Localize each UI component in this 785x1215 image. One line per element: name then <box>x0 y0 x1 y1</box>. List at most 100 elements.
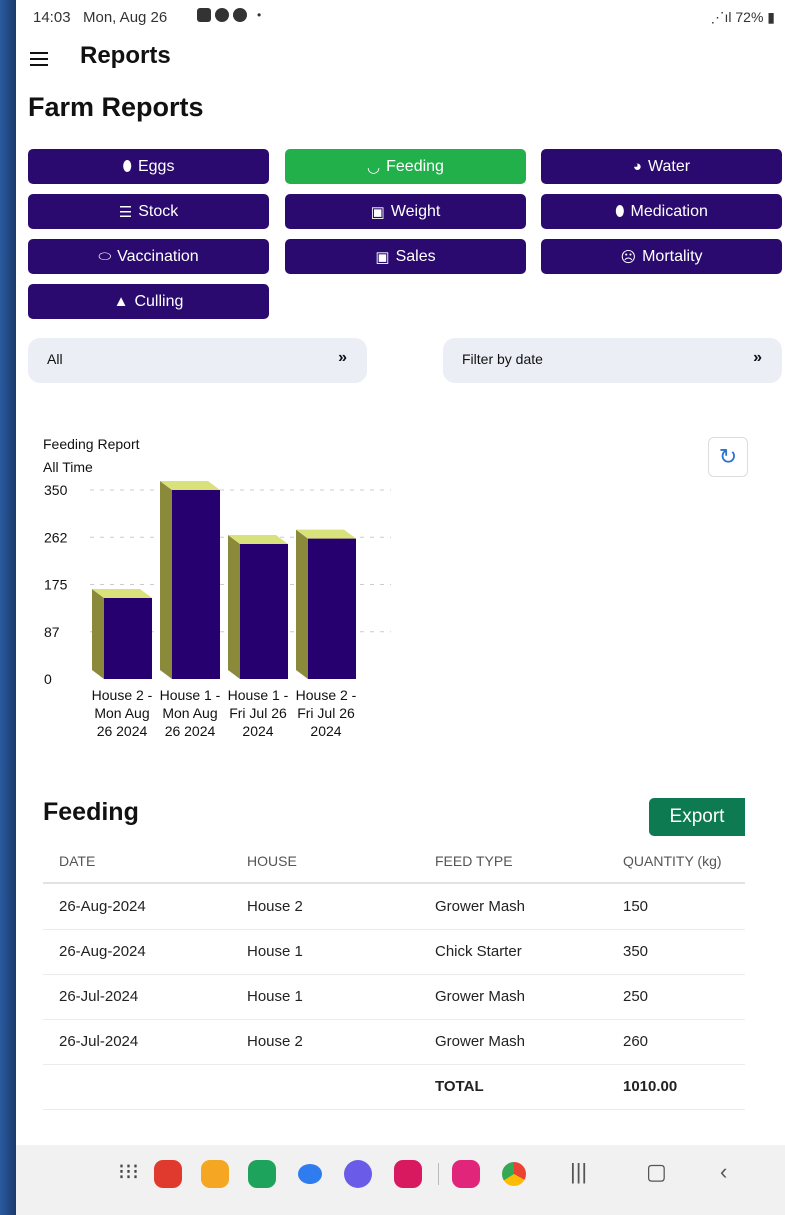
home-icon[interactable]: ▢ <box>646 1159 667 1185</box>
table-total-row: TOTAL 1010.00 <box>43 1064 745 1110</box>
files-icon[interactable] <box>201 1160 229 1188</box>
weight-report-button[interactable]: ▣ Weight <box>285 194 526 229</box>
money-icon: ▣ <box>375 248 390 266</box>
system-navigation-bar: ⁝⁝⁝ ||| ▢ ‹ <box>16 1145 785 1215</box>
phone-icon[interactable] <box>248 1160 276 1188</box>
y-tick-label: 262 <box>44 529 68 545</box>
cell-date: 26-Jul-2024 <box>59 988 139 1005</box>
recents-icon[interactable]: ||| <box>570 1159 587 1185</box>
capsule-icon: ⬭ <box>98 248 112 265</box>
cell-feed-type: Grower Mash <box>435 988 526 1005</box>
table-row: 26-Aug-2024 House 1 Chick Starter 350 <box>43 929 745 975</box>
notification-icons: • <box>197 8 261 22</box>
x-tick-label: Mon Aug <box>94 705 149 721</box>
feeding-report-button[interactable]: ◡ Feeding <box>285 149 526 184</box>
x-tick-label: 2024 <box>242 723 273 739</box>
page-title: Farm Reports <box>28 92 204 122</box>
menu-icon[interactable] <box>30 52 48 66</box>
refresh-chart-button[interactable]: ↻ <box>708 437 748 477</box>
bowl-icon: ◡ <box>367 158 381 176</box>
button-label: Stock <box>138 202 179 220</box>
camera-icon[interactable] <box>394 1160 422 1188</box>
button-label: Water <box>647 157 691 175</box>
button-label: Vaccination <box>117 247 199 265</box>
app-screen: 14:03 Mon, Aug 26 • ⋰ıl 72% ▮ Reports Fa… <box>16 0 785 1215</box>
bar-side <box>92 589 104 679</box>
samsung-internet-icon[interactable] <box>344 1160 372 1188</box>
bar <box>240 544 288 679</box>
stock-report-button[interactable]: ☰ Stock <box>28 194 269 229</box>
button-label: Feeding <box>386 157 444 175</box>
more-notifications-icon: • <box>257 8 262 22</box>
x-tick-label: 26 2024 <box>165 723 216 739</box>
bar <box>104 598 152 679</box>
x-tick-label: 2024 <box>310 723 341 739</box>
battery-level: 72% <box>735 9 764 25</box>
cell-house: House 1 <box>247 943 303 960</box>
vaccination-report-button[interactable]: ⬭ Vaccination <box>28 239 269 274</box>
table-header: DATE HOUSE FEED TYPE QUANTITY (kg) <box>43 840 745 884</box>
chrome-icon[interactable] <box>502 1162 526 1186</box>
house-filter-dropdown[interactable]: All » <box>28 338 367 383</box>
house-filter-value: All <box>47 351 63 367</box>
button-label: Mortality <box>642 247 703 265</box>
cell-date: 26-Jul-2024 <box>59 1033 139 1050</box>
y-tick-label: 0 <box>44 671 52 687</box>
cell-house: House 2 <box>247 898 303 915</box>
column-header-quantity: QUANTITY (kg) <box>623 853 722 869</box>
back-icon[interactable]: ‹ <box>720 1159 727 1185</box>
cell-feed-type: Grower Mash <box>435 1033 526 1050</box>
gallery-icon <box>197 8 211 22</box>
signal-icon: ⋰ıl <box>710 9 736 25</box>
column-header-date: DATE <box>59 853 96 869</box>
x-tick-label: House 2 - <box>92 687 153 703</box>
watering-can-icon: ◕ <box>632 158 642 175</box>
messages-icon[interactable] <box>298 1164 322 1184</box>
total-value: 1010.00 <box>623 1078 678 1095</box>
export-button[interactable]: Export <box>649 798 745 836</box>
cell-feed-type: Grower Mash <box>435 898 526 915</box>
cell-house: House 2 <box>247 1033 303 1050</box>
pills-icon: ⬮ <box>615 203 625 220</box>
x-tick-label: Mon Aug <box>162 705 217 721</box>
x-tick-label: 26 2024 <box>97 723 148 739</box>
flipboard-icon[interactable] <box>154 1160 182 1188</box>
battery-status: ⋰ıl 72% ▮ <box>710 9 775 26</box>
bar <box>172 490 220 679</box>
date-filter-value: Filter by date <box>462 351 543 367</box>
apps-grid-icon[interactable]: ⁝⁝⁝ <box>118 1159 139 1185</box>
culling-report-button[interactable]: ▲ Culling <box>28 284 269 319</box>
bar-side <box>160 481 172 679</box>
y-tick-label: 350 <box>44 482 68 498</box>
mortality-report-button[interactable]: ☹ Mortality <box>541 239 782 274</box>
battery-icon: ▮ <box>763 9 775 25</box>
scale-icon: ▣ <box>370 203 385 221</box>
medication-report-button[interactable]: ⬮ Medication <box>541 194 782 229</box>
table-title: Feeding <box>43 798 139 826</box>
button-label: Eggs <box>137 157 175 175</box>
cell-quantity: 250 <box>623 988 649 1005</box>
cell-feed-type: Chick Starter <box>435 943 522 960</box>
cell-date: 26-Aug-2024 <box>59 898 146 915</box>
y-tick-label: 175 <box>44 577 68 593</box>
flower-app-icon[interactable] <box>452 1160 480 1188</box>
database-icon: ☰ <box>118 203 133 221</box>
bar-side <box>296 529 308 679</box>
eggs-report-button[interactable]: ⬮ Eggs <box>28 149 269 184</box>
app-bar: Reports <box>16 34 785 84</box>
cell-quantity: 350 <box>623 943 649 960</box>
x-tick-label: Fri Jul 26 <box>229 705 287 721</box>
date-filter-dropdown[interactable]: Filter by date » <box>443 338 782 383</box>
button-label: Sales <box>395 247 436 265</box>
x-tick-label: House 2 - <box>296 687 357 703</box>
sad-face-icon: ☹ <box>620 248 637 266</box>
refresh-icon: ↻ <box>718 444 738 469</box>
column-header-house: HOUSE <box>247 853 297 869</box>
table-row: 26-Jul-2024 House 2 Grower Mash 260 <box>43 1019 745 1065</box>
water-report-button[interactable]: ◕ Water <box>541 149 782 184</box>
status-bar: 14:03 Mon, Aug 26 • ⋰ıl 72% ▮ <box>16 0 785 34</box>
sales-report-button[interactable]: ▣ Sales <box>285 239 526 274</box>
app-bar-title: Reports <box>80 42 171 69</box>
chevron-double-down-icon: » <box>753 349 762 366</box>
notification-app-icon <box>233 8 247 22</box>
